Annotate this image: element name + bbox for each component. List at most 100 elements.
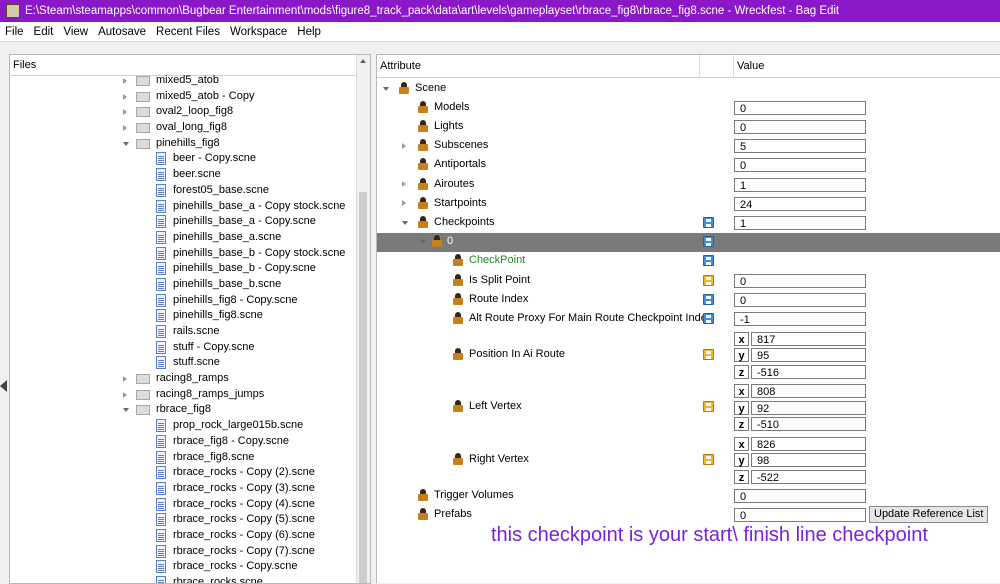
vector-z-field[interactable]: -516: [751, 364, 866, 379]
value-field[interactable]: -1: [734, 311, 866, 326]
value-field[interactable]: 0: [734, 273, 866, 288]
file-item[interactable]: beer.scne: [10, 167, 355, 183]
save-icon[interactable]: [703, 293, 714, 305]
file-item[interactable]: pinehills_base_a.scne: [10, 230, 355, 246]
value-field[interactable]: 0: [734, 158, 866, 173]
expanded-arrow-icon[interactable]: [383, 86, 389, 91]
save-icon[interactable]: [703, 401, 714, 413]
save-icon[interactable]: [703, 255, 714, 267]
folder-item[interactable]: racing8_ramps_jumps: [10, 387, 355, 403]
attribute-row[interactable]: Alt Route Proxy For Main Route Checkpoin…: [377, 309, 1000, 328]
attribute-row[interactable]: Prefabs 0 Update Reference List: [377, 505, 1000, 524]
attribute-row[interactable]: Scene: [377, 79, 1000, 98]
header-blank[interactable]: [700, 55, 734, 77]
menu-autosave[interactable]: Autosave: [93, 26, 151, 38]
file-item[interactable]: pinehills_base_b - Copy stock.scne: [10, 246, 355, 262]
value-field[interactable]: 1: [734, 215, 866, 230]
folder-item[interactable]: oval_long_fig8: [10, 120, 355, 136]
file-item[interactable]: pinehills_base_a - Copy.scne: [10, 214, 355, 230]
menu-edit[interactable]: Edit: [29, 26, 59, 38]
attribute-row[interactable]: Is Split Point 0: [377, 271, 1000, 290]
vector-z-field[interactable]: -510: [751, 417, 866, 432]
file-item[interactable]: rbrace_rocks - Copy (2).scne: [10, 465, 355, 481]
collapsed-arrow-icon[interactable]: [123, 125, 127, 132]
vector-x-field[interactable]: 826: [751, 436, 866, 451]
attribute-row[interactable]: Subscenes 5: [377, 137, 1000, 156]
save-icon[interactable]: [703, 453, 714, 465]
expanded-arrow-icon[interactable]: [420, 240, 426, 245]
header-value[interactable]: Value: [734, 55, 1000, 77]
folder-item[interactable]: mixed5_atob - Copy: [10, 89, 355, 105]
collapse-left-arrow-icon[interactable]: [0, 380, 7, 392]
file-item[interactable]: rbrace_rocks - Copy (4).scne: [10, 497, 355, 513]
vector-y-field[interactable]: 98: [751, 453, 866, 468]
file-item[interactable]: forest05_base.scne: [10, 183, 355, 199]
vector-z-field[interactable]: -522: [751, 469, 866, 484]
save-icon[interactable]: [703, 312, 714, 324]
collapsed-arrow-icon[interactable]: [123, 391, 127, 398]
value-field[interactable]: 0: [734, 292, 866, 307]
value-field[interactable]: 0: [734, 507, 866, 522]
attribute-row[interactable]: Lights 0: [377, 117, 1000, 136]
attribute-row[interactable]: 0: [377, 232, 1000, 252]
save-icon[interactable]: [703, 216, 714, 228]
value-field[interactable]: 5: [734, 139, 866, 154]
vector-x-field[interactable]: 817: [751, 331, 866, 346]
header-attribute[interactable]: Attribute: [377, 55, 700, 77]
file-item[interactable]: pinehills_base_b.scne: [10, 277, 355, 293]
collapsed-arrow-icon[interactable]: [123, 376, 127, 383]
file-item[interactable]: beer - Copy.scne: [10, 151, 355, 167]
file-item[interactable]: rbrace_rocks - Copy (5).scne: [10, 512, 355, 528]
value-field[interactable]: 24: [734, 196, 866, 211]
file-item[interactable]: rbrace_fig8 - Copy.scne: [10, 434, 355, 450]
value-field[interactable]: 0: [734, 119, 866, 134]
expanded-arrow-icon[interactable]: [402, 220, 408, 225]
collapsed-arrow-icon[interactable]: [123, 93, 127, 100]
attribute-row[interactable]: Left Vertex x 808 y 92 z -510: [377, 381, 1000, 434]
folder-item[interactable]: pinehills_fig8: [10, 136, 355, 152]
file-item[interactable]: rbrace_fig8.scne: [10, 450, 355, 466]
menu-recent-files[interactable]: Recent Files: [151, 26, 225, 38]
value-field[interactable]: 0: [734, 100, 866, 115]
value-field[interactable]: 0: [734, 488, 866, 503]
file-item[interactable]: prop_rock_large015b.scne: [10, 418, 355, 434]
menu-help[interactable]: Help: [292, 26, 326, 38]
file-item[interactable]: rbrace_rocks - Copy (7).scne: [10, 544, 355, 560]
attribute-row[interactable]: Right Vertex x 826 y 98 z -522: [377, 434, 1000, 487]
attribute-row[interactable]: Checkpoints 1: [377, 213, 1000, 232]
scroll-up-arrow-icon[interactable]: [360, 59, 366, 63]
collapsed-arrow-icon[interactable]: [123, 78, 127, 84]
expanded-arrow-icon[interactable]: [123, 141, 129, 146]
menu-view[interactable]: View: [58, 26, 93, 38]
folder-item[interactable]: oval2_loop_fig8: [10, 104, 355, 120]
attribute-row[interactable]: Airoutes 1: [377, 175, 1000, 194]
file-item[interactable]: rails.scne: [10, 324, 355, 340]
menu-workspace[interactable]: Workspace: [225, 26, 292, 38]
collapsed-arrow-icon[interactable]: [402, 200, 406, 207]
file-item[interactable]: pinehills_fig8 - Copy.scne: [10, 293, 355, 309]
collapsed-arrow-icon[interactable]: [402, 142, 406, 149]
file-item[interactable]: rbrace_rocks.scne: [10, 575, 355, 583]
attribute-row[interactable]: CheckPoint: [377, 252, 1000, 271]
file-item[interactable]: rbrace_rocks - Copy (3).scne: [10, 481, 355, 497]
attribute-row[interactable]: Startpoints 24: [377, 194, 1000, 213]
attribute-row[interactable]: Route Index 0: [377, 290, 1000, 309]
file-item[interactable]: pinehills_fig8.scne: [10, 308, 355, 324]
menu-file[interactable]: File: [0, 26, 29, 38]
scrollbar-thumb[interactable]: [359, 192, 367, 583]
file-item[interactable]: stuff.scne: [10, 355, 355, 371]
save-icon[interactable]: [703, 274, 714, 286]
attribute-row[interactable]: Antiportals 0: [377, 156, 1000, 175]
file-item[interactable]: pinehills_base_a - Copy stock.scne: [10, 199, 355, 215]
attribute-row[interactable]: Trigger Volumes 0: [377, 486, 1000, 505]
vector-x-field[interactable]: 808: [751, 384, 866, 399]
vector-y-field[interactable]: 92: [751, 400, 866, 415]
attribute-row[interactable]: Models 0: [377, 98, 1000, 117]
files-scrollbar[interactable]: [356, 55, 370, 583]
file-item[interactable]: stuff - Copy.scne: [10, 340, 355, 356]
attribute-row[interactable]: Position In Ai Route x 817 y 95 z -516: [377, 329, 1000, 382]
folder-item[interactable]: racing8_ramps: [10, 371, 355, 387]
folder-item[interactable]: mixed5_atob: [10, 73, 355, 89]
folder-item[interactable]: rbrace_fig8: [10, 402, 355, 418]
vector-y-field[interactable]: 95: [751, 348, 866, 363]
